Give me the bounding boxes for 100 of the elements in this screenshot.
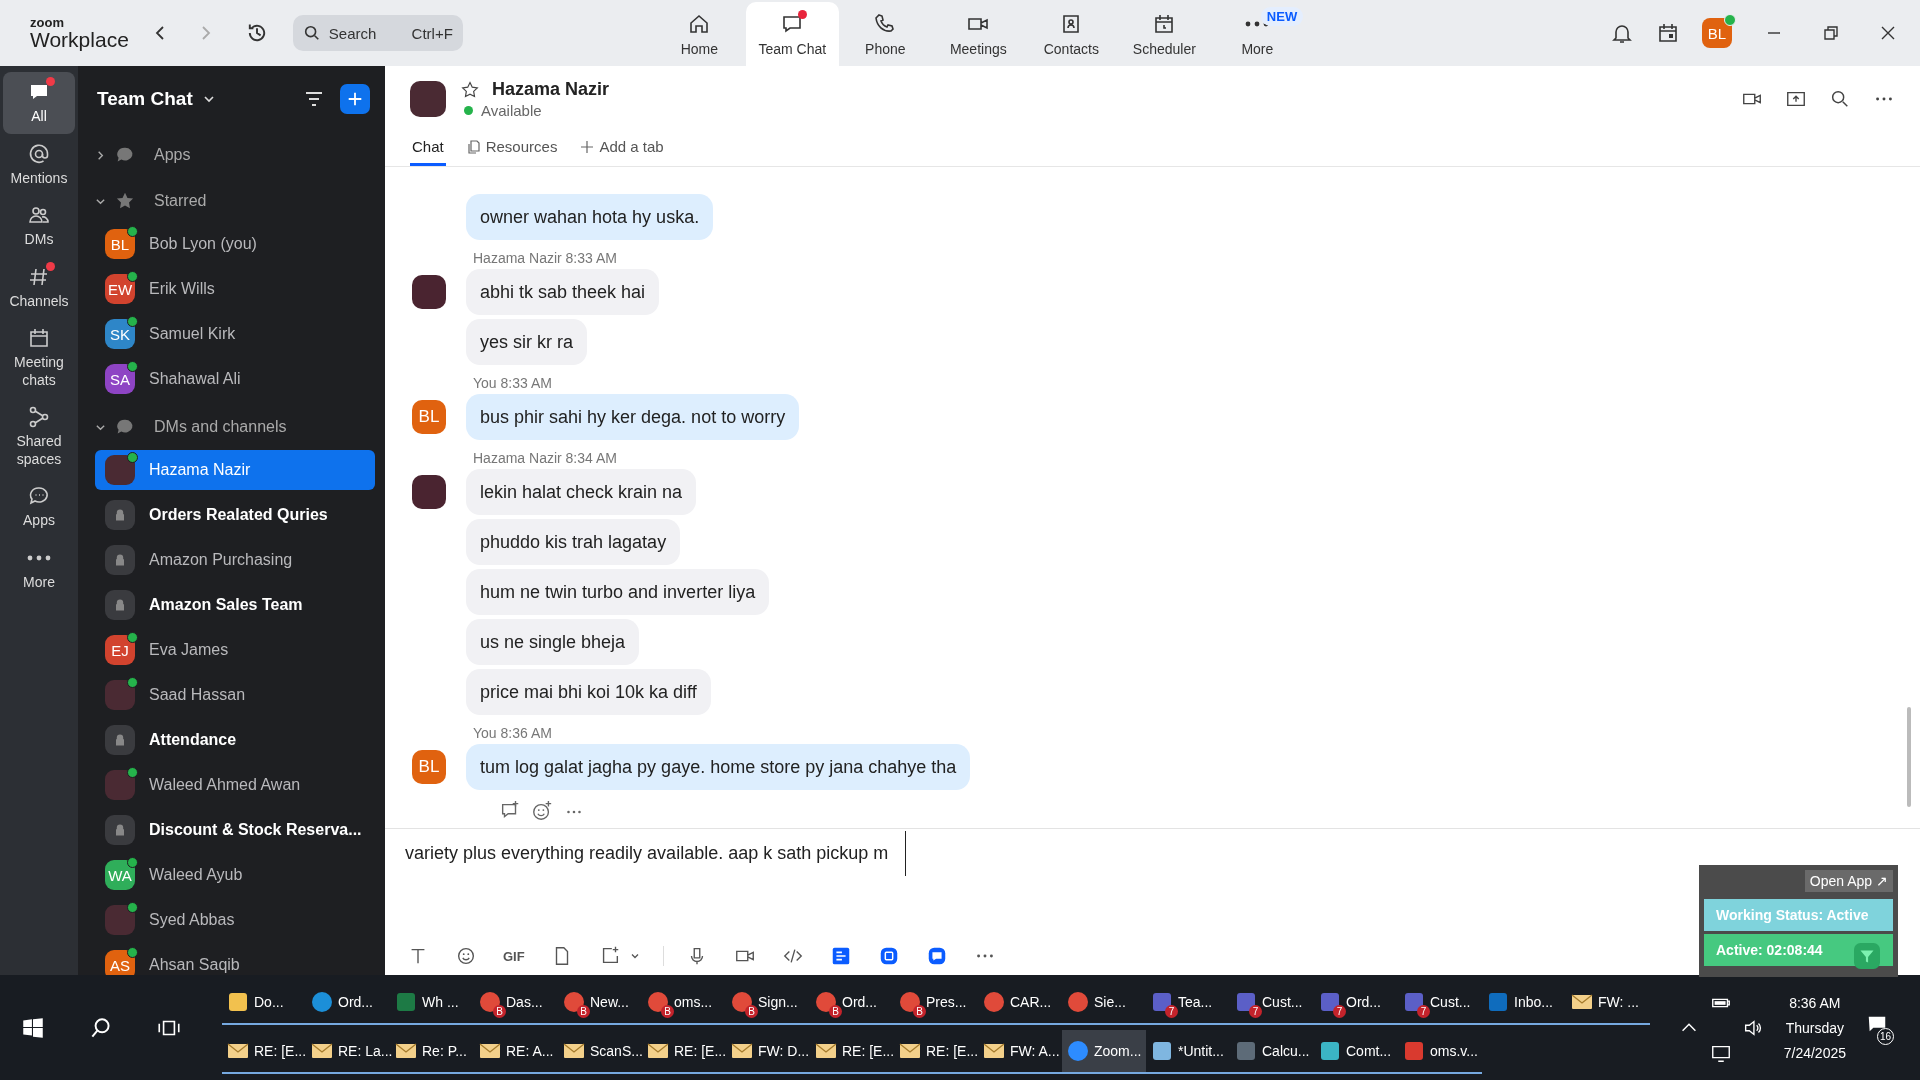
conversation-item[interactable]: Amazon Sales Team	[95, 585, 375, 625]
app-badge: B	[493, 1005, 506, 1019]
taskbar-button[interactable]: B Sign...	[726, 981, 810, 1026]
message-input[interactable]: variety plus everything readily available. aap k sath pickup m	[405, 831, 906, 876]
rail-item[interactable]: More	[3, 537, 75, 599]
nav-tab[interactable]: Team Chat	[745, 2, 839, 66]
initials-avatar: BL	[105, 229, 135, 259]
taskbar-button[interactable]: B New...	[558, 981, 642, 1026]
rail-item[interactable]: Shared spaces	[3, 397, 75, 476]
taskbar-button[interactable]: Wh ...	[390, 981, 474, 1026]
rail-item[interactable]: DMs	[3, 195, 75, 257]
open-app-button[interactable]: Open App ↗	[1804, 870, 1893, 892]
taskbar-button[interactable]: Ord...	[306, 981, 390, 1026]
conversation-item[interactable]: EW Erik Wills	[95, 269, 375, 309]
taskbar-button[interactable]: B oms...	[642, 981, 726, 1026]
taskbar-button[interactable]: B Pres...	[894, 981, 978, 1026]
panel-title[interactable]: Team Chat	[97, 88, 193, 110]
taskbar-button[interactable]: 7 Ord...	[1314, 981, 1398, 1026]
taskbar-button[interactable]: Do...	[222, 981, 306, 1026]
nav-tab[interactable]: Scheduler	[1117, 2, 1211, 66]
message-meta: Hazama Nazir 8:34 AM	[473, 450, 618, 466]
conversation-item[interactable]: Orders Realated Quries	[95, 495, 375, 535]
section-header[interactable]: Apps	[95, 132, 375, 178]
message-bubble: owner wahan hota hy uska.	[466, 194, 714, 240]
initials-avatar: BL	[412, 400, 446, 434]
taskbar-button[interactable]: ScanS...	[558, 1029, 642, 1074]
gif-button[interactable]: GIF	[503, 948, 525, 964]
taskbar-button[interactable]: B Ord...	[810, 981, 894, 1026]
conversation-item[interactable]: Hazama Nazir	[95, 450, 375, 490]
app-badge: 7	[1333, 1005, 1346, 1019]
taskbar-button[interactable]: oms.v...	[1398, 1029, 1482, 1074]
chat-tab[interactable]: Resources	[463, 138, 560, 166]
clock[interactable]: 8:36 AM Thursday 7/24/2025	[1783, 994, 1846, 1061]
presence-status: Available	[464, 102, 610, 119]
initials-avatar: EJ	[105, 635, 135, 665]
initials-avatar: WA	[105, 860, 135, 890]
taskbar-button[interactable]: 7 Tea...	[1146, 981, 1230, 1026]
conversation-item[interactable]: Attendance	[95, 720, 375, 760]
rail-item[interactable]: Meeting chats	[3, 318, 75, 397]
contact-name: Hazama Nazir	[492, 79, 610, 100]
conversation-item[interactable]: Saad Hassan	[95, 675, 375, 715]
taskbar-button[interactable]: RE: A...	[474, 1029, 558, 1074]
taskbar-button[interactable]: CAR...	[978, 981, 1062, 1026]
nav-tab[interactable]: Home	[652, 2, 746, 66]
taskbar-button[interactable]: Calcu...	[1230, 1029, 1314, 1074]
chat-tab[interactable]: Chat	[410, 138, 446, 166]
taskbar-button[interactable]: Zoom...	[1062, 1029, 1146, 1074]
taskbar-button[interactable]: 7 Cust...	[1398, 981, 1482, 1026]
app-badge: B	[829, 1005, 842, 1019]
conversation-item[interactable]: BL Bob Lyon (you)	[95, 224, 375, 264]
app-badge: 7	[1417, 1005, 1430, 1019]
taskbar-button[interactable]: Inbo...	[1482, 981, 1566, 1026]
app-badge: B	[661, 1005, 674, 1019]
rail-item[interactable]: Apps	[3, 476, 75, 538]
app-badge: B	[577, 1005, 590, 1019]
app-badge: B	[745, 1005, 758, 1019]
taskbar-button[interactable]: B Das...	[474, 981, 558, 1026]
app-badge: 7	[1165, 1005, 1178, 1019]
message-bubble: us ne single bheja	[466, 619, 640, 665]
taskbar-button[interactable]: FW: ...	[1566, 981, 1650, 1026]
section-header[interactable]: DMs and channels	[95, 404, 375, 450]
taskbar-button[interactable]: RE: [E...	[894, 1029, 978, 1074]
taskbar-button[interactable]: RE: [E...	[810, 1029, 894, 1074]
message-bubble: hum ne twin turbo and inverter liya	[466, 569, 770, 615]
chat-tab[interactable]: Add a tab	[577, 138, 666, 166]
conversation-item[interactable]: SA Shahawal Ali	[95, 359, 375, 399]
notification-center-button[interactable]: 16	[1866, 1012, 1896, 1043]
taskbar-button[interactable]: Comt...	[1314, 1029, 1398, 1074]
taskbar-button[interactable]: RE: [E...	[642, 1029, 726, 1074]
rail-item[interactable]: All	[3, 72, 75, 134]
conversation-item[interactable]: EJ Eva James	[95, 630, 375, 670]
nav-tab[interactable]: Contacts	[1024, 2, 1118, 66]
nav-tab[interactable]: Phone	[838, 2, 932, 66]
taskbar-button[interactable]: FW: D...	[726, 1029, 810, 1074]
conversation-item[interactable]: WA Waleed Ayub	[95, 855, 375, 895]
taskbar-button[interactable]: RE: [E...	[222, 1029, 306, 1074]
message-bubble: yes sir kr ra	[466, 319, 587, 365]
taskbar-button[interactable]: 7 Cust...	[1230, 981, 1314, 1026]
conversation-item[interactable]: Amazon Purchasing	[95, 540, 375, 580]
initials-avatar: EW	[105, 274, 135, 304]
initials-avatar: AS	[105, 950, 135, 975]
taskbar-button[interactable]: Sie...	[1062, 981, 1146, 1026]
taskbar-button[interactable]: RE: La...	[306, 1029, 390, 1074]
conversation-item[interactable]: SK Samuel Kirk	[95, 314, 375, 354]
message-meta: You 8:36 AM	[473, 725, 553, 741]
message-bubble: phuddo kis trah lagatay	[466, 519, 681, 565]
conversation-item[interactable]: Syed Abbas	[95, 900, 375, 940]
rail-item[interactable]: Channels	[3, 256, 75, 318]
taskbar-button[interactable]: *Untit...	[1146, 1029, 1230, 1074]
nav-tab[interactable]: Meetings	[931, 2, 1025, 66]
search-field[interactable]: Search Ctrl+F	[292, 15, 463, 51]
message-bubble: lekin halat check krain na	[466, 469, 697, 515]
message-bubble: bus phir sahi hy ker dega. not to worry	[466, 394, 800, 440]
conversation-item[interactable]: Waleed Ahmed Awan	[95, 765, 375, 805]
section-header[interactable]: Starred	[95, 178, 375, 224]
taskbar-button[interactable]: Re: P...	[390, 1029, 474, 1074]
nav-tab[interactable]: NEW More	[1210, 2, 1304, 66]
working-status: Working Status: Active	[1704, 899, 1893, 931]
rail-item[interactable]: Mentions	[3, 133, 75, 195]
conversation-item[interactable]: Discount & Stock Reserva...	[95, 810, 375, 850]
